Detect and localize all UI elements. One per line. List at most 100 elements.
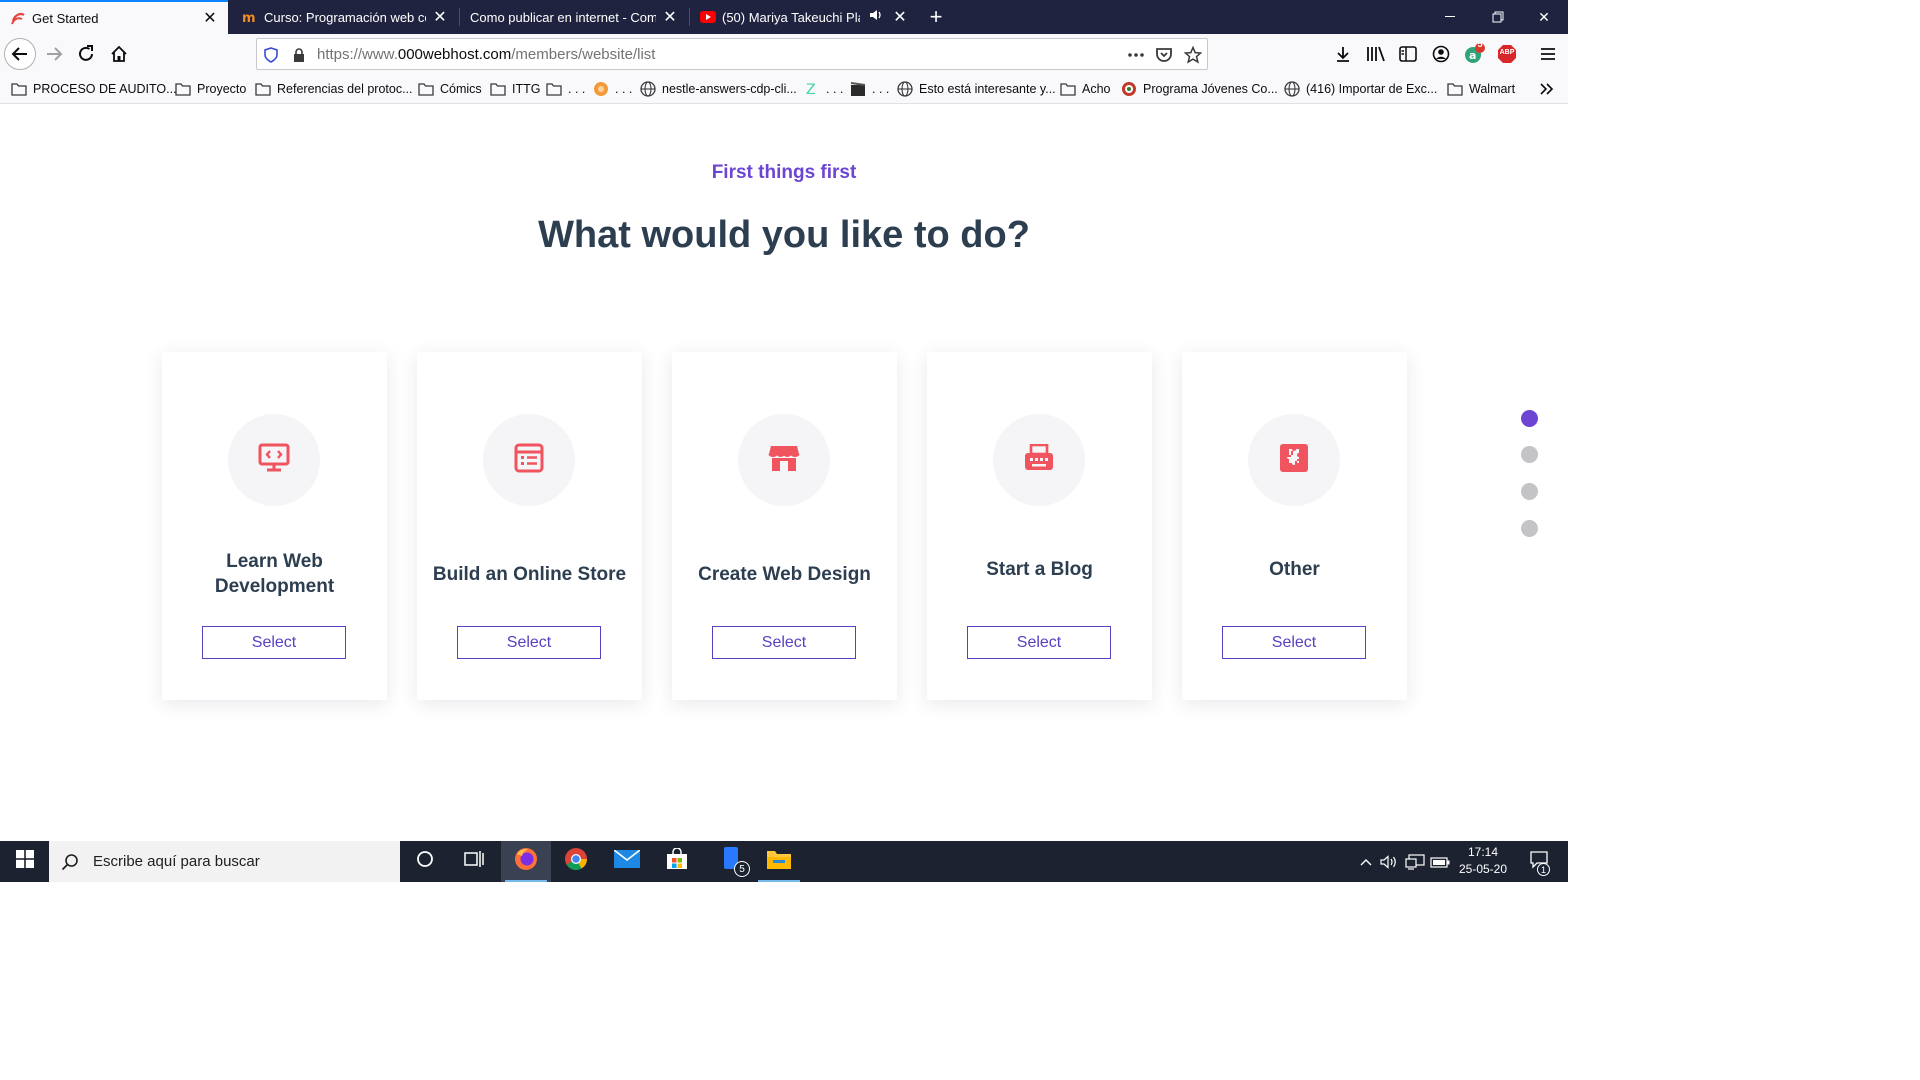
- bookmark-item[interactable]: ITTG: [490, 80, 540, 98]
- bookmark-item[interactable]: Referencias del protoc...: [255, 80, 413, 98]
- taskbar-chrome[interactable]: [551, 841, 601, 882]
- card-title: Create Web Design: [698, 563, 871, 585]
- new-tab-button[interactable]: +: [924, 0, 948, 34]
- shop-awning-icon: [768, 443, 800, 478]
- audio-playing-icon[interactable]: [866, 8, 886, 26]
- restore-window-button[interactable]: [1475, 0, 1521, 34]
- more-bookmarks-chevron-icon[interactable]: [1539, 80, 1555, 98]
- step-dot-3[interactable]: [1521, 483, 1538, 500]
- tab-curso[interactable]: m Curso: Programación web con f ✕: [232, 0, 458, 34]
- folder-icon: [255, 82, 271, 96]
- start-button[interactable]: [0, 841, 49, 882]
- back-button[interactable]: [4, 38, 36, 70]
- bookmark-label: . . .: [568, 82, 586, 96]
- bookmark-item[interactable]: nestle-answers-cdp-cli...: [640, 80, 797, 98]
- option-card-other[interactable]: Other Select: [1182, 352, 1407, 700]
- select-button[interactable]: Select: [202, 626, 346, 659]
- bookmark-item[interactable]: Proyecto: [175, 80, 246, 98]
- system-clock[interactable]: 17:14 25-05-20: [1448, 844, 1518, 878]
- file-explorer-icon: [766, 848, 792, 875]
- tab-como-publicar[interactable]: Como publicar en internet - Como ✕: [460, 0, 688, 34]
- tracking-protection-shield-icon[interactable]: [261, 45, 281, 65]
- close-tab-icon[interactable]: ✕: [892, 7, 908, 27]
- tab-title: (50) Mariya Takeuchi Plastic: [722, 9, 860, 25]
- page-actions-menu-icon[interactable]: [1126, 45, 1146, 65]
- select-button[interactable]: Select: [457, 626, 601, 659]
- card-title: Other: [1269, 558, 1320, 580]
- volume-icon[interactable]: [1378, 841, 1400, 882]
- close-tab-icon[interactable]: ✕: [662, 7, 678, 27]
- svg-text:a: a: [1469, 49, 1476, 62]
- clock-date: 25-05-20: [1458, 862, 1508, 876]
- close-tab-icon[interactable]: ✕: [432, 7, 448, 27]
- minimize-window-button[interactable]: [1428, 0, 1474, 34]
- bookmark-item[interactable]: . . .: [850, 80, 889, 98]
- taskbar-mail[interactable]: [602, 841, 652, 882]
- bookmark-item[interactable]: . . .: [546, 80, 585, 98]
- page-title: What would you like to do?: [538, 214, 1030, 256]
- bookmark-item[interactable]: Z . . .: [804, 80, 843, 98]
- select-button[interactable]: Select: [967, 626, 1111, 659]
- select-button[interactable]: Select: [712, 626, 856, 659]
- library-icon[interactable]: [1364, 42, 1388, 66]
- adblock-plus-icon[interactable]: ABP: [1495, 42, 1519, 66]
- tab-get-started[interactable]: Get Started ✕: [0, 0, 228, 34]
- option-card-build-online-store[interactable]: Build an Online Store Select: [417, 352, 642, 700]
- storefront-list-icon: [514, 443, 544, 478]
- notification-count-badge: 1: [1537, 863, 1550, 876]
- option-card-start-a-blog[interactable]: Start a Blog Select: [927, 352, 1152, 700]
- reload-button[interactable]: [70, 38, 102, 70]
- bookmark-item[interactable]: Esto está interesante y...: [897, 80, 1056, 98]
- taskbar-firefox[interactable]: [501, 841, 551, 882]
- hamburger-menu-icon[interactable]: [1536, 42, 1560, 66]
- forward-button[interactable]: [38, 38, 70, 70]
- extension-badge-count: 5: [1477, 39, 1483, 49]
- step-dot-4[interactable]: [1521, 520, 1538, 537]
- bookmark-item[interactable]: . . .: [593, 80, 632, 98]
- bookmark-item[interactable]: Programa Jóvenes Co...: [1121, 80, 1278, 98]
- tab-title: Como publicar en internet - Como: [470, 9, 656, 25]
- monitor-code-icon: [258, 443, 290, 478]
- task-view-button[interactable]: [449, 841, 499, 882]
- close-tab-icon[interactable]: ✕: [202, 8, 218, 28]
- icon-circle: [1248, 414, 1340, 506]
- lock-icon[interactable]: [289, 45, 309, 65]
- option-card-create-web-design[interactable]: Create Web Design Select: [672, 352, 897, 700]
- puzzle-icon: [1279, 443, 1309, 478]
- extension-a-icon[interactable]: a 5: [1462, 39, 1486, 66]
- account-icon[interactable]: [1429, 42, 1453, 66]
- pocket-icon[interactable]: [1154, 45, 1174, 65]
- taskbar-search-box[interactable]: Escribe aquí para buscar: [49, 841, 400, 882]
- option-card-learn-web-development[interactable]: Learn Web Development Select: [162, 352, 387, 700]
- bookmark-item[interactable]: (416) Importar de Exc...: [1284, 80, 1437, 98]
- address-bar[interactable]: https://www.000webhost.com/members/websi…: [256, 38, 1208, 70]
- bookmark-label: Acho: [1082, 82, 1111, 96]
- tab-title: Curso: Programación web con f: [264, 9, 426, 25]
- url-text[interactable]: https://www.000webhost.com/members/websi…: [317, 46, 655, 63]
- step-dot-2[interactable]: [1521, 446, 1538, 463]
- home-button[interactable]: [103, 38, 135, 70]
- action-center-button[interactable]: 1: [1520, 841, 1560, 882]
- sidebar-icon[interactable]: [1396, 42, 1420, 66]
- bookmark-star-icon[interactable]: [1183, 45, 1203, 65]
- bookmark-item[interactable]: Cómics: [418, 80, 482, 98]
- downloads-icon[interactable]: [1331, 42, 1355, 66]
- bookmark-item[interactable]: PROCESO DE AUDITO...: [11, 80, 177, 98]
- select-button[interactable]: Select: [1222, 626, 1366, 659]
- url-path: /members/website/list: [511, 45, 656, 63]
- bookmark-label: Referencias del protoc...: [277, 82, 413, 96]
- bookmark-item[interactable]: Walmart: [1447, 80, 1515, 98]
- taskbar-store[interactable]: [652, 841, 702, 882]
- taskbar-tablet-app[interactable]: 5: [706, 841, 756, 882]
- windows-taskbar: Escribe aquí para buscar 5 17:14 25-05-2…: [0, 841, 1568, 882]
- bookmark-label: . . .: [872, 82, 890, 96]
- taskbar-file-explorer[interactable]: [754, 841, 804, 882]
- show-hidden-icons-chevron-icon[interactable]: [1356, 841, 1376, 882]
- close-window-button[interactable]: ✕: [1521, 0, 1567, 34]
- bookmark-item[interactable]: Acho: [1060, 80, 1111, 98]
- network-icon[interactable]: [1403, 841, 1427, 882]
- cortana-button[interactable]: [400, 841, 450, 882]
- step-dot-1[interactable]: [1521, 410, 1538, 427]
- firefox-icon: [513, 846, 539, 877]
- tab-youtube[interactable]: (50) Mariya Takeuchi Plastic ✕: [690, 0, 918, 34]
